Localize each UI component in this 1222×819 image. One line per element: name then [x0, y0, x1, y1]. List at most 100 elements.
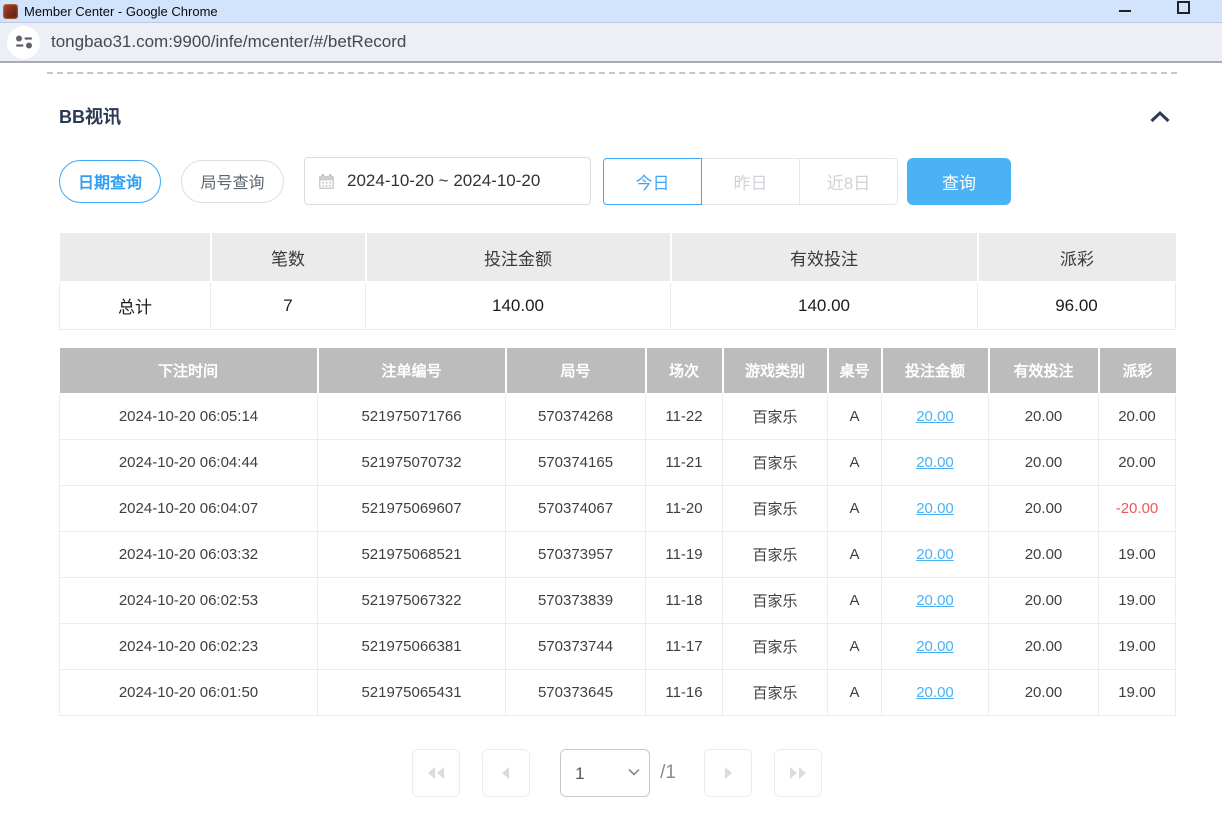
chevron-up-icon	[1149, 110, 1171, 123]
cell-session: 11-20	[646, 486, 723, 532]
bet-amount-link[interactable]: 20.00	[916, 592, 954, 609]
cell-bet-time: 2024-10-20 06:02:53	[60, 578, 318, 624]
cell-payout: 19.00	[1099, 670, 1176, 716]
cell-bet-time: 2024-10-20 06:04:07	[60, 486, 318, 532]
cell-session: 11-17	[646, 624, 723, 670]
summary-header-row: 笔数 投注金额 有效投注 派彩	[60, 233, 1176, 282]
cell-table-no: A	[828, 670, 882, 716]
filter-toolbar: 日期查询 局号查询 2024-10-20 ~ 2024-10-20 今日 昨日 …	[59, 157, 1175, 205]
url-bar: tongbao31.com:9900/infe/mcenter/#/betRec…	[0, 23, 1222, 63]
cell-payout: 19.00	[1099, 624, 1176, 670]
bet-amount-link[interactable]: 20.00	[916, 546, 954, 563]
cell-session: 11-19	[646, 532, 723, 578]
bet-record-table: 下注时间 注单编号 局号 场次 游戏类别 桌号 投注金额 有效投注 派彩 202…	[59, 348, 1176, 717]
cell-bet-no: 521975068521	[318, 532, 506, 578]
cell-valid-bet: 20.00	[989, 670, 1099, 716]
cell-valid-bet: 20.00	[989, 394, 1099, 440]
cell-table-no: A	[828, 624, 882, 670]
collapse-button[interactable]	[1149, 110, 1171, 123]
table-row: 2024-10-20 06:02:23 521975066381 5703737…	[60, 624, 1176, 670]
calendar-icon	[318, 173, 335, 190]
cell-round-no: 570373839	[506, 578, 646, 624]
header-bet-time: 下注时间	[60, 348, 318, 394]
double-right-arrow-icon	[787, 765, 809, 781]
header-session: 场次	[646, 348, 723, 394]
cell-bet-no: 521975066381	[318, 624, 506, 670]
cell-table-no: A	[828, 532, 882, 578]
cell-valid-bet: 20.00	[989, 440, 1099, 486]
summary-header-payout: 派彩	[978, 233, 1176, 282]
next-page-button[interactable]	[704, 749, 752, 797]
cell-bet-no: 521975067322	[318, 578, 506, 624]
summary-bet-amount-value: 140.00	[366, 282, 671, 329]
maximize-button[interactable]	[1170, 0, 1196, 20]
yesterday-button[interactable]: 昨日	[701, 158, 800, 205]
cell-round-no: 570373645	[506, 670, 646, 716]
round-query-tab[interactable]: 局号查询	[181, 160, 284, 203]
cell-bet-amount: 20.00	[882, 394, 989, 440]
bet-amount-link[interactable]: 20.00	[916, 500, 954, 517]
cell-game-type: 百家乐	[723, 486, 828, 532]
right-arrow-icon	[720, 765, 736, 781]
cell-valid-bet: 20.00	[989, 578, 1099, 624]
last-page-button[interactable]	[774, 749, 822, 797]
table-row: 2024-10-20 06:04:44 521975070732 5703741…	[60, 440, 1176, 486]
cell-bet-amount: 20.00	[882, 440, 989, 486]
cell-bet-time: 2024-10-20 06:05:14	[60, 394, 318, 440]
minimize-icon	[1119, 10, 1131, 12]
cell-valid-bet: 20.00	[989, 624, 1099, 670]
cell-session: 11-21	[646, 440, 723, 486]
table-row: 2024-10-20 06:05:14 521975071766 5703742…	[60, 394, 1176, 440]
page-select[interactable]: 1	[560, 749, 650, 797]
cell-payout: 19.00	[1099, 578, 1176, 624]
today-button[interactable]: 今日	[603, 158, 702, 205]
pagination: 1 /1	[59, 749, 1175, 797]
search-button[interactable]: 查询	[907, 158, 1011, 205]
cell-valid-bet: 20.00	[989, 486, 1099, 532]
bet-amount-link[interactable]: 20.00	[916, 454, 954, 471]
bet-amount-link[interactable]: 20.00	[916, 638, 954, 655]
cell-bet-no: 521975065431	[318, 670, 506, 716]
cell-bet-amount: 20.00	[882, 578, 989, 624]
cell-valid-bet: 20.00	[989, 532, 1099, 578]
cell-bet-no: 521975070732	[318, 440, 506, 486]
cell-payout: 20.00	[1099, 440, 1176, 486]
summary-payout-value: 96.00	[978, 282, 1176, 329]
summary-header-count: 笔数	[211, 233, 366, 282]
summary-header-blank	[60, 233, 211, 282]
bet-record-page: BB视讯 日期查询 局号查询 2024-10-20 ~ 2024-10-20	[0, 103, 1222, 797]
site-info-button[interactable]	[7, 26, 40, 59]
summary-table: 笔数 投注金额 有效投注 派彩 总计 7 140.00 140.00 96.00	[59, 233, 1176, 330]
cell-payout: 19.00	[1099, 532, 1176, 578]
url-text[interactable]: tongbao31.com:9900/infe/mcenter/#/betRec…	[51, 32, 406, 52]
bet-amount-link[interactable]: 20.00	[916, 408, 954, 425]
cell-bet-no: 521975071766	[318, 394, 506, 440]
date-query-tab[interactable]: 日期查询	[59, 160, 161, 203]
cell-bet-time: 2024-10-20 06:01:50	[60, 670, 318, 716]
prev-page-button[interactable]	[482, 749, 530, 797]
cell-bet-no: 521975069607	[318, 486, 506, 532]
cell-game-type: 百家乐	[723, 440, 828, 486]
page-select-wrap: 1	[560, 749, 650, 797]
cell-payout: -20.00	[1099, 486, 1176, 532]
cell-round-no: 570374268	[506, 394, 646, 440]
header-bet-no: 注单编号	[318, 348, 506, 394]
table-row: 2024-10-20 06:01:50 521975065431 5703736…	[60, 670, 1176, 716]
cell-round-no: 570374165	[506, 440, 646, 486]
maximize-icon	[1177, 1, 1190, 14]
cell-round-no: 570373744	[506, 624, 646, 670]
bet-amount-link[interactable]: 20.00	[916, 684, 954, 701]
cell-session: 11-22	[646, 394, 723, 440]
section-header: BB视讯	[59, 103, 1175, 129]
date-range-input[interactable]: 2024-10-20 ~ 2024-10-20	[304, 157, 591, 205]
header-table-no: 桌号	[828, 348, 882, 394]
cell-bet-time: 2024-10-20 06:02:23	[60, 624, 318, 670]
first-page-button[interactable]	[412, 749, 460, 797]
last-8-days-button[interactable]: 近8日	[799, 158, 898, 205]
cell-table-no: A	[828, 578, 882, 624]
minimize-button[interactable]	[1112, 0, 1138, 20]
summary-total-label: 总计	[60, 282, 211, 329]
cell-session: 11-16	[646, 670, 723, 716]
cell-bet-time: 2024-10-20 06:04:44	[60, 440, 318, 486]
cell-game-type: 百家乐	[723, 670, 828, 716]
